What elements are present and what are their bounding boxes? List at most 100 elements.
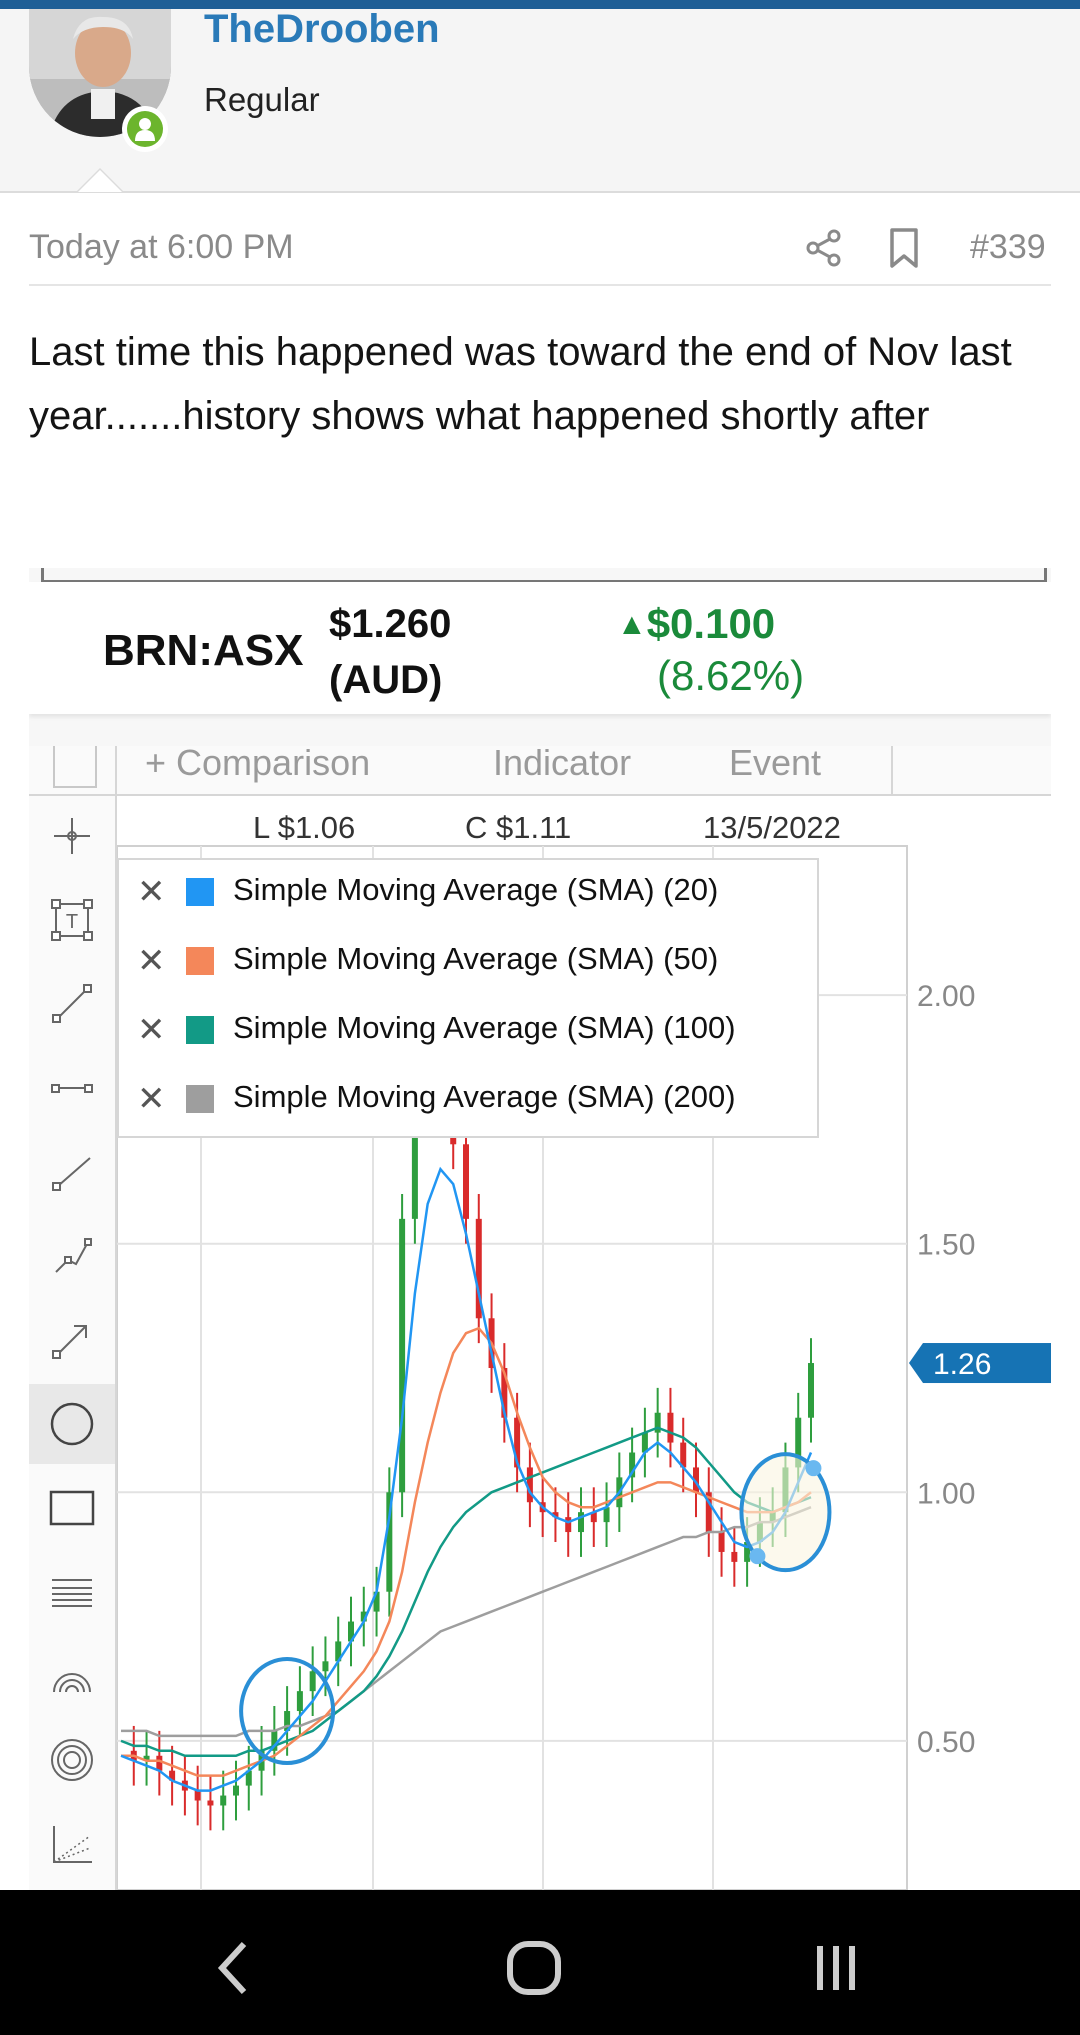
last-price-pointer bbox=[909, 1343, 923, 1384]
y-tick-label: 2.00 bbox=[917, 980, 975, 1013]
legend-row: ✕ Simple Moving Average (SMA) (200) bbox=[119, 1067, 817, 1135]
post-timestamp[interactable]: Today at 6:00 PM bbox=[29, 228, 294, 267]
candle-body bbox=[296, 1691, 303, 1712]
candle-body bbox=[565, 1517, 572, 1533]
crosshair-tool-icon[interactable] bbox=[29, 796, 115, 876]
horizontal-segment-tool-icon[interactable] bbox=[29, 1048, 115, 1128]
date-value: 13/5/2022 bbox=[703, 810, 841, 845]
legend-label[interactable]: Simple Moving Average (SMA) (20) bbox=[233, 872, 718, 908]
header-notch bbox=[76, 168, 124, 192]
fan-tool-icon[interactable] bbox=[29, 1804, 115, 1884]
legend-row: ✕ Simple Moving Average (SMA) (100) bbox=[119, 998, 817, 1066]
tab-divider bbox=[891, 746, 893, 794]
bookmark-icon[interactable] bbox=[884, 226, 924, 270]
user-title: Regular bbox=[204, 81, 320, 118]
share-icon[interactable] bbox=[804, 228, 844, 268]
indicator-legend: ✕ Simple Moving Average (SMA) (20) ✕ Sim… bbox=[117, 858, 819, 1138]
candle-body bbox=[718, 1532, 725, 1552]
online-status-badge bbox=[122, 106, 168, 152]
candle-body bbox=[667, 1412, 674, 1443]
candle-body bbox=[322, 1661, 329, 1672]
chart-area[interactable]: 2.00 1.50 1.00 0.50 1.26 L $1.06 C $1.11 13/… bbox=[117, 796, 1051, 1890]
candle-body bbox=[233, 1785, 239, 1796]
candle-body bbox=[220, 1795, 227, 1806]
polyline-tool-icon[interactable] bbox=[29, 1216, 115, 1296]
annotation-handle bbox=[805, 1460, 822, 1477]
price-change: ▲$0.100 bbox=[617, 596, 775, 653]
price-value: $1.260 bbox=[329, 602, 452, 646]
close-value: C $1.11 bbox=[465, 810, 572, 845]
annotation-handle bbox=[749, 1548, 766, 1565]
legend-row: ✕ Simple Moving Average (SMA) (20) bbox=[119, 860, 817, 928]
remove-indicator-icon[interactable]: ✕ bbox=[137, 1079, 166, 1119]
android-nav-bar bbox=[0, 1890, 1080, 2035]
candle-body bbox=[156, 1755, 163, 1771]
post-number-link[interactable]: #339 bbox=[970, 228, 1046, 267]
home-icon[interactable] bbox=[494, 1928, 574, 2008]
quote-header: BRN:ASX $1.260 (AUD) ▲$0.100 (8.62%) bbox=[29, 582, 1051, 714]
svg-text:T: T bbox=[66, 911, 78, 933]
candle-body bbox=[309, 1671, 316, 1692]
change-value: $0.100 bbox=[646, 600, 776, 647]
legend-label[interactable]: Simple Moving Average (SMA) (200) bbox=[233, 1079, 736, 1115]
ticker-symbol: BRN:ASX bbox=[103, 626, 304, 675]
tab-comparison[interactable]: + Comparison bbox=[145, 746, 370, 784]
post-body-text: Last time this happened was toward the e… bbox=[29, 330, 1012, 438]
top-accent-bar bbox=[0, 0, 1080, 9]
text-tool-icon[interactable]: T bbox=[29, 880, 115, 960]
candle-body bbox=[399, 1218, 406, 1493]
chart-tab-strip: + Comparison Indicator Event bbox=[29, 746, 1051, 796]
candle-body bbox=[808, 1363, 814, 1418]
tab-divider bbox=[115, 746, 117, 794]
user-header: TheDrooben Regular bbox=[0, 7, 1080, 193]
y-tick-label: 1.00 bbox=[917, 1477, 975, 1510]
remove-indicator-icon[interactable]: ✕ bbox=[137, 941, 166, 981]
tab-event[interactable]: Event bbox=[729, 746, 821, 784]
legend-row: ✕ Simple Moving Average (SMA) (50) bbox=[119, 929, 817, 997]
candle-body bbox=[731, 1551, 738, 1562]
price-block: $1.260 (AUD) bbox=[329, 596, 451, 708]
drawing-toolbar: T bbox=[29, 796, 117, 1890]
tab-indicator[interactable]: Indicator bbox=[493, 746, 631, 784]
user-icon bbox=[135, 118, 155, 141]
change-percent: (8.62%) bbox=[657, 652, 805, 699]
back-icon[interactable] bbox=[192, 1928, 272, 2008]
sma20-line bbox=[120, 1166, 813, 1792]
legend-swatch bbox=[186, 1016, 214, 1044]
remove-indicator-icon[interactable]: ✕ bbox=[137, 1010, 166, 1050]
username-link[interactable]: TheDrooben bbox=[204, 7, 440, 52]
screenshot-top-border bbox=[41, 568, 1047, 583]
sma100-line bbox=[120, 1426, 812, 1758]
legend-label[interactable]: Simple Moving Average (SMA) (100) bbox=[233, 1010, 736, 1046]
trend-line-tool-icon[interactable] bbox=[29, 964, 115, 1044]
fibonacci-circles-tool-icon[interactable] bbox=[29, 1720, 115, 1800]
arrow-tool-icon[interactable] bbox=[29, 1300, 115, 1380]
last-price-label: 1.26 bbox=[933, 1348, 991, 1381]
fibonacci-arcs-tool-icon[interactable] bbox=[29, 1636, 115, 1716]
ray-tool-icon[interactable] bbox=[29, 1132, 115, 1212]
legend-swatch bbox=[186, 878, 214, 906]
chart-screenshot[interactable]: BRN:ASX $1.260 (AUD) ▲$0.100 (8.62%) + C… bbox=[29, 568, 1051, 1890]
fibonacci-lines-tool-icon[interactable] bbox=[29, 1552, 115, 1632]
rectangle-tool-icon[interactable] bbox=[29, 1468, 115, 1548]
sma50-line bbox=[121, 1326, 812, 1777]
ohlc-readout: L $1.06 C $1.11 13/5/2022 bbox=[117, 796, 1051, 846]
sma200-line bbox=[121, 1506, 812, 1738]
candle-body bbox=[603, 1507, 610, 1523]
legend-swatch bbox=[186, 1085, 214, 1113]
y-tick-label: 0.50 bbox=[917, 1726, 975, 1759]
up-arrow-icon: ▲ bbox=[617, 608, 647, 641]
price-currency: (AUD) bbox=[329, 658, 443, 702]
candle-body bbox=[194, 1790, 201, 1801]
checkbox-icon[interactable] bbox=[53, 746, 97, 788]
recents-icon[interactable] bbox=[796, 1928, 876, 2008]
divider bbox=[29, 284, 1051, 286]
legend-swatch bbox=[186, 947, 214, 975]
legend-label[interactable]: Simple Moving Average (SMA) (50) bbox=[233, 941, 718, 977]
low-value: L $1.06 bbox=[253, 810, 356, 845]
circle-tool-icon[interactable] bbox=[29, 1384, 115, 1464]
y-tick-label: 1.50 bbox=[917, 1229, 975, 1262]
candle-body bbox=[463, 1144, 469, 1219]
candle-body bbox=[207, 1800, 214, 1806]
remove-indicator-icon[interactable]: ✕ bbox=[137, 872, 166, 912]
